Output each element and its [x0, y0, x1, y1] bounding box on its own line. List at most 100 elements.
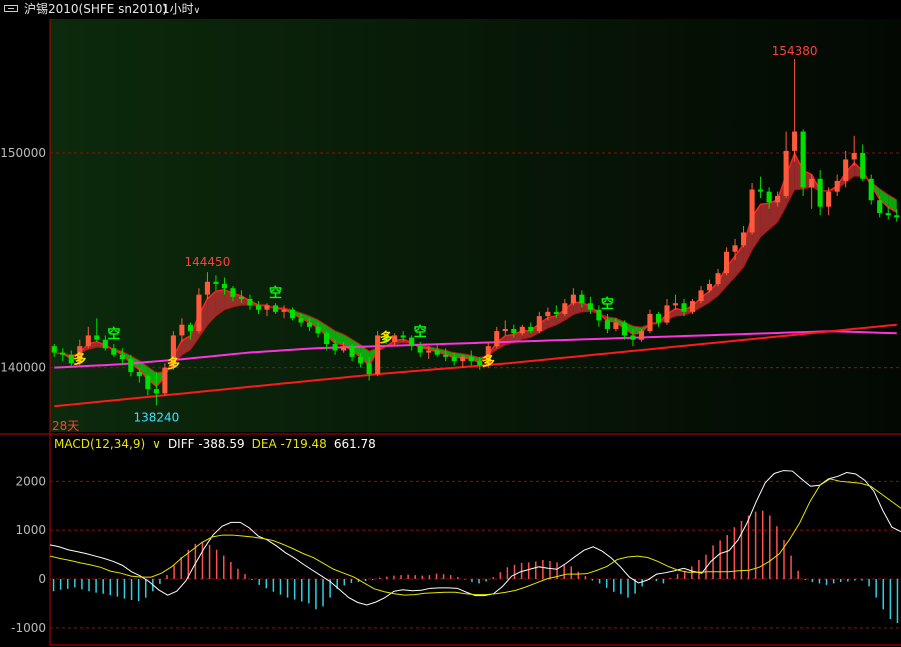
candle-body	[749, 189, 755, 233]
candle-body	[766, 191, 772, 203]
candle-body	[545, 311, 551, 317]
candle-body	[664, 305, 670, 323]
candle-body	[332, 344, 338, 351]
candle-body	[689, 301, 696, 312]
candle-body	[111, 348, 117, 355]
candle-body	[621, 322, 627, 336]
buy-signal: 多	[73, 351, 86, 367]
candle-body	[298, 318, 304, 323]
candle-body	[604, 320, 610, 329]
candle-body	[511, 328, 517, 334]
candle-body	[400, 335, 406, 338]
candle-body	[877, 200, 883, 214]
candle-body	[800, 131, 806, 188]
candle-body	[392, 335, 398, 342]
dea-line	[49, 478, 901, 596]
candle-body	[655, 313, 662, 323]
candle-body	[536, 316, 542, 332]
candle-body	[426, 350, 432, 353]
candle-body	[851, 153, 857, 160]
candle-body	[681, 303, 687, 312]
candle-body	[843, 159, 849, 181]
candle-body	[613, 322, 619, 329]
candle-body	[894, 215, 900, 218]
candle-body	[494, 331, 500, 347]
candle-body	[460, 356, 466, 362]
candle-body	[715, 273, 721, 284]
macd-tick-label: -1000	[11, 621, 46, 635]
candle-body	[775, 195, 781, 203]
candle-body	[502, 328, 508, 332]
candle-body	[741, 232, 747, 246]
candle-body	[519, 326, 525, 334]
candle-body	[281, 309, 287, 312]
candle-body	[213, 281, 219, 284]
candle-body	[307, 322, 313, 327]
macd-tick-label: 1000	[15, 523, 46, 537]
candle-body	[187, 324, 193, 332]
diff-line	[49, 470, 901, 606]
candle-body	[630, 335, 636, 340]
candle-body	[587, 303, 593, 310]
buy-signal: 多	[167, 356, 180, 372]
candle-body	[289, 309, 296, 319]
macd-tick-label: 2000	[15, 474, 46, 488]
high-price-label: 154380	[772, 44, 818, 58]
candle-body	[698, 290, 704, 302]
candle-body	[204, 281, 210, 295]
main-tick-label: 140000	[0, 361, 46, 375]
candle-body	[136, 371, 142, 377]
candle-body	[255, 305, 262, 310]
candle-body	[706, 283, 713, 291]
sell-signal: 空	[269, 285, 282, 301]
candle-body	[264, 305, 270, 310]
candle-body	[817, 178, 823, 207]
candle-body	[238, 296, 245, 299]
buy-signal: 多	[380, 330, 393, 346]
candle-body	[443, 354, 449, 357]
candle-body	[349, 346, 355, 357]
candle-body	[341, 346, 347, 351]
candle-body	[672, 303, 679, 306]
candle-body	[315, 326, 321, 334]
candle-body	[153, 389, 159, 394]
candle-body	[247, 298, 253, 306]
candle-body	[562, 303, 568, 314]
candle-body	[60, 352, 66, 355]
candle-body	[417, 346, 423, 353]
candle-body	[145, 376, 151, 390]
chart-svg[interactable]: 140000 150000 2000 1000 0 -1000 154380 144450 13…	[0, 0, 901, 647]
candle-body	[528, 326, 534, 332]
main-tick-label: 150000	[0, 146, 46, 160]
candle-body	[230, 288, 236, 297]
candle-body	[358, 356, 364, 364]
candle-body	[128, 359, 134, 372]
low-price-label: 138240	[133, 410, 179, 424]
buy-signal: 多	[482, 354, 495, 370]
candle-body	[860, 153, 866, 179]
candle-body	[324, 333, 330, 345]
candle-body	[272, 305, 279, 312]
candle-body	[553, 311, 559, 314]
local-high-label: 144450	[185, 255, 231, 269]
candle-body	[570, 294, 576, 304]
corner-label: 28天	[52, 419, 79, 433]
candle-body	[468, 356, 474, 362]
candle-body	[834, 180, 840, 192]
candle-body	[826, 191, 832, 207]
candle-body	[119, 354, 125, 360]
candle-body	[885, 213, 891, 216]
sell-signal: 空	[414, 324, 427, 340]
candle-body	[434, 350, 440, 355]
candle-body	[85, 335, 91, 347]
candle-body	[94, 335, 100, 340]
candle-body	[638, 331, 644, 340]
candle-body	[51, 346, 57, 353]
macd-tick-label: 0	[38, 572, 46, 586]
candle-body	[647, 313, 653, 332]
candle-body	[179, 324, 185, 336]
candle-body	[196, 294, 202, 332]
sell-signal: 空	[107, 326, 120, 342]
candle-body	[451, 356, 457, 362]
candle-body	[732, 245, 738, 252]
